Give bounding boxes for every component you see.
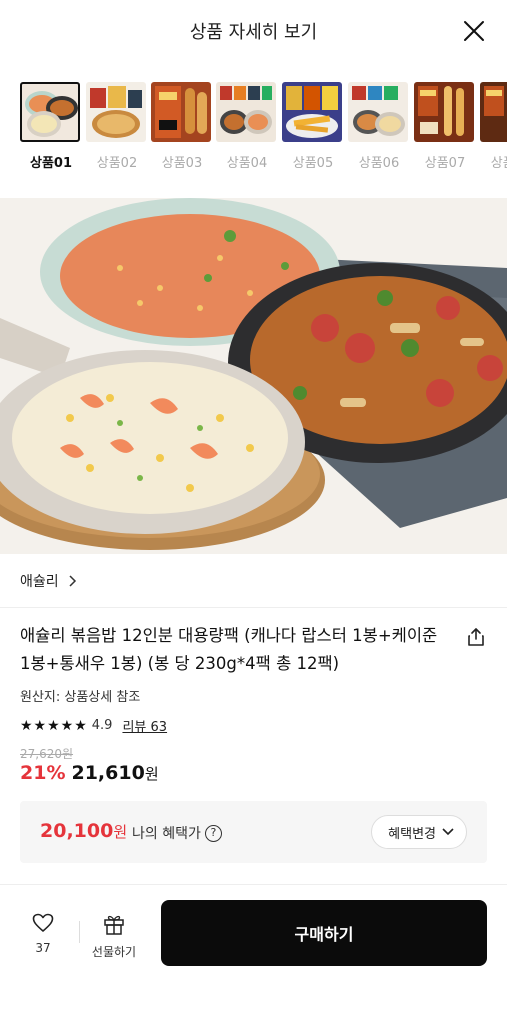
brand-link[interactable]: 애슐리 [20, 566, 77, 596]
question-icon[interactable]: ? [204, 824, 222, 842]
thumbnail-image [414, 82, 474, 142]
benefit-price: 20,100원 [40, 820, 127, 842]
thumbnail-item[interactable]: 상품03 [151, 82, 213, 172]
thumbnail-image [480, 82, 507, 142]
benefit-price-unit: 원 [113, 823, 128, 841]
star-rating-icon: ★★★★★ [20, 717, 88, 734]
thumbnail-label: 상품04 [226, 156, 268, 171]
thumbnail-item[interactable]: 상품07 [414, 82, 476, 172]
buy-button[interactable]: 구매하기 [161, 900, 487, 966]
price-row: 21% 21,610원 [20, 762, 159, 784]
like-count: 37 [35, 941, 51, 955]
benefit-label-text: 나의 혜택가 [132, 826, 201, 842]
gift-button[interactable]: 선물하기 [88, 913, 140, 960]
thumbnail-label: 상품05 [292, 156, 334, 171]
product-hero-image[interactable] [0, 198, 507, 554]
thumbnail-image [151, 82, 211, 142]
benefit-label: 나의 혜택가 ? [132, 823, 222, 843]
discount-rate: 21% [20, 762, 66, 784]
thumbnail-image [86, 82, 146, 142]
thumbnail-item[interactable]: 상품02 [86, 82, 148, 172]
original-price: 27,620원 [20, 747, 74, 761]
thumbnail-label: 상품08 [490, 156, 507, 171]
like-button[interactable]: 37 [24, 913, 62, 955]
sale-price-unit: 원 [144, 765, 159, 783]
chevron-right-icon [69, 575, 76, 587]
thumbnail-image [216, 82, 276, 142]
header: 상품 자세히 보기 [0, 0, 507, 62]
thumbnail-label: 상품06 [358, 156, 400, 171]
heart-icon [32, 913, 54, 932]
thumbnail-label: 상품02 [96, 156, 138, 171]
divider [0, 607, 507, 608]
origin-text: 원산지: 상품상세 참조 [20, 690, 141, 705]
brand-name: 애슐리 [20, 574, 59, 590]
share-icon[interactable] [465, 626, 487, 648]
page-title: 상품 자세히 보기 [189, 22, 318, 43]
gift-label: 선물하기 [91, 945, 137, 959]
rating-score: 4.9 [91, 718, 113, 733]
benefit-price-value: 20,100 [40, 820, 114, 842]
reviews-link[interactable]: 리뷰 63 [122, 716, 167, 735]
sale-price-value: 21,610 [71, 762, 145, 784]
thumbnail-label: 상품01 [29, 156, 72, 171]
change-benefit-label: 혜택변경 [388, 826, 436, 842]
thumbnail-item[interactable]: 상품04 [216, 82, 278, 172]
bottom-action-bar: 37 선물하기 구매하기 [0, 885, 507, 1024]
thumbnail-strip[interactable]: 상품01 상품02 상품03 상품04 상품05 상품06 상품07 상 [20, 82, 507, 172]
thumbnail-image [20, 82, 80, 142]
thumbnail-label: 상품03 [161, 156, 203, 171]
thumbnail-image [348, 82, 408, 142]
thumbnail-image [282, 82, 342, 142]
rating-row: ★★★★★ 4.9 리뷰 63 [20, 716, 167, 736]
thumbnail-item[interactable]: 상품06 [348, 82, 410, 172]
thumbnail-item[interactable]: 상품08 [480, 82, 507, 172]
gift-icon [104, 915, 124, 935]
sale-price: 21,610원 [71, 762, 158, 784]
chevron-down-icon [442, 828, 454, 836]
change-benefit-button[interactable]: 혜택변경 [371, 815, 467, 849]
benefit-price-box: 20,100원 나의 혜택가 ? 혜택변경 [20, 801, 487, 863]
thumbnail-label: 상품07 [424, 156, 466, 171]
close-icon[interactable] [461, 18, 487, 44]
product-title: 애슐리 볶음밥 12인분 대용량팩 (캐나다 랍스터 1봉+케이준 1봉+통새우… [20, 626, 438, 673]
thumbnail-item[interactable]: 상품05 [282, 82, 344, 172]
divider [79, 921, 80, 943]
thumbnail-item[interactable]: 상품01 [20, 82, 82, 172]
